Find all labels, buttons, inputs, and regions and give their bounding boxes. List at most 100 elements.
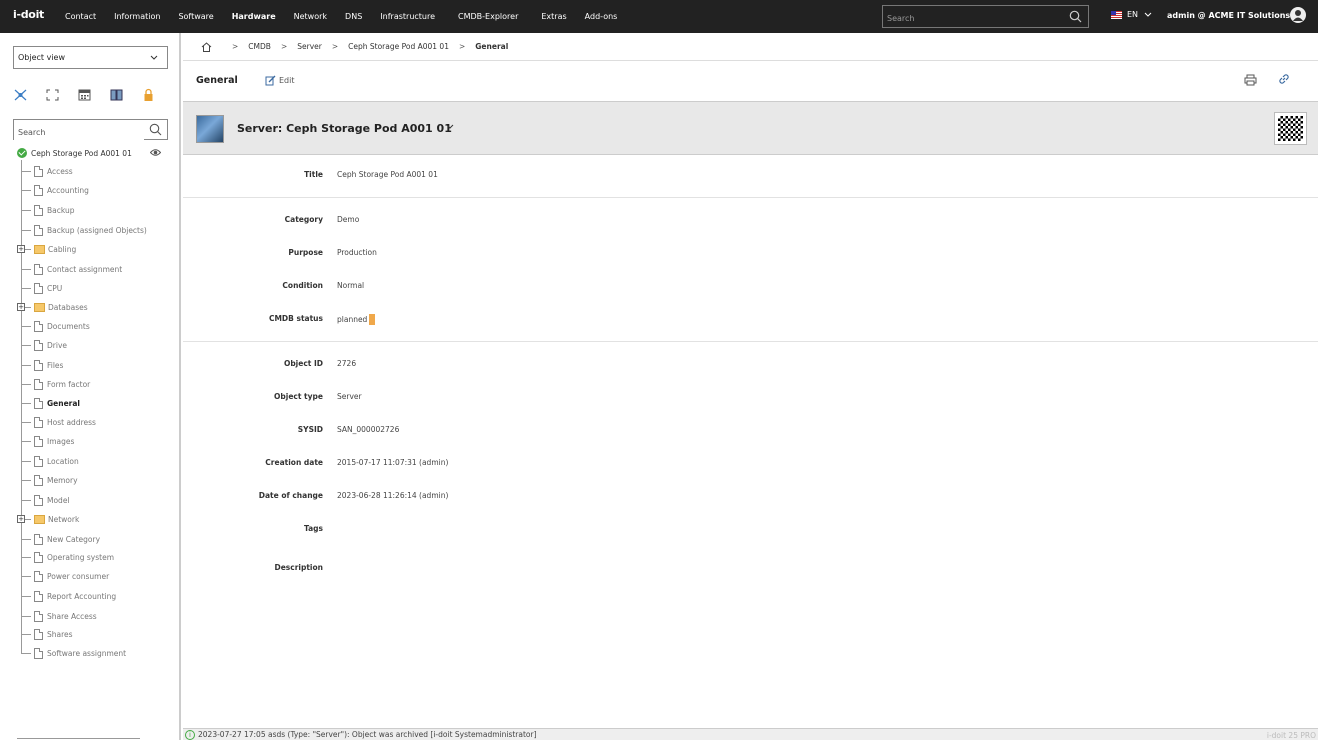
tree-item-contact-assignment[interactable]: Contact assignment xyxy=(21,262,122,276)
tree-item-label: Report Accounting xyxy=(47,591,117,601)
home-icon[interactable] xyxy=(201,41,212,52)
tree-item-memory[interactable]: Memory xyxy=(21,473,78,487)
chevron-down-icon xyxy=(150,55,158,60)
search-icon[interactable] xyxy=(149,123,162,136)
tree-item-new-category[interactable]: New Category xyxy=(21,532,100,546)
sidebar-scrollbar[interactable] xyxy=(17,738,140,739)
calendar-icon[interactable] xyxy=(77,87,92,101)
tree-item-backup-assigned-objects-[interactable]: Backup (assigned Objects) xyxy=(21,223,147,237)
tree-item-host-address[interactable]: Host address xyxy=(21,415,96,429)
document-icon xyxy=(34,590,43,602)
tree-item-drive[interactable]: Drive xyxy=(21,338,67,352)
global-search xyxy=(882,5,1089,29)
search-icon[interactable] xyxy=(1069,10,1082,23)
breadcrumb-current: General xyxy=(475,42,509,51)
field-label: Title xyxy=(304,170,323,179)
breadcrumb-server[interactable]: Server xyxy=(297,42,322,51)
edit-icon xyxy=(265,75,276,86)
document-icon xyxy=(34,320,43,332)
global-search-input[interactable] xyxy=(883,8,1063,29)
tree-search xyxy=(13,119,168,142)
tree-item-label: Access xyxy=(47,166,73,176)
document-icon xyxy=(34,474,43,486)
lock-icon[interactable] xyxy=(141,87,156,101)
document-icon xyxy=(34,610,43,622)
tree-item-label: Backup (assigned Objects) xyxy=(47,225,147,235)
print-icon[interactable] xyxy=(1244,74,1257,86)
tree-item-access[interactable]: Access xyxy=(21,164,73,178)
tree-item-operating-system[interactable]: Operating system xyxy=(21,550,114,564)
breadcrumb-object[interactable]: Ceph Storage Pod A001 01 xyxy=(348,42,449,51)
document-icon xyxy=(34,339,43,351)
tree-item-accounting[interactable]: Accounting xyxy=(21,183,89,197)
tree-item-network[interactable]: Network xyxy=(21,512,79,526)
document-icon xyxy=(34,435,43,447)
field-object-id: Object ID 2726 xyxy=(183,359,1318,373)
field-creation-date: Creation date 2015-07-17 11:07:31 (admin) xyxy=(183,458,1318,472)
logo[interactable]: i-doit xyxy=(13,8,44,21)
tree-item-label: Share Access xyxy=(47,611,97,621)
field-label: Tags xyxy=(303,524,323,533)
breadcrumb-separator: > xyxy=(232,42,239,51)
field-tags: Tags xyxy=(183,524,1318,538)
qr-code-icon[interactable] xyxy=(1274,112,1307,145)
expand-toggle-icon[interactable]: + xyxy=(17,515,25,523)
nav-cmdb-explorer[interactable]: CMDB-Explorer xyxy=(444,0,532,33)
eye-icon[interactable] xyxy=(150,148,161,157)
nav-add-ons[interactable]: Add-ons xyxy=(576,0,627,33)
nav-contact[interactable]: Contact xyxy=(56,0,105,33)
folder-icon xyxy=(34,244,45,254)
tree-item-images[interactable]: Images xyxy=(21,434,74,448)
tree-item-label: Shares xyxy=(47,629,73,639)
tree-item-label: CPU xyxy=(47,283,63,293)
tree-search-input[interactable] xyxy=(14,123,144,142)
edit-button[interactable]: Edit xyxy=(265,75,295,86)
document-icon xyxy=(34,647,43,659)
expand-toggle-icon[interactable]: + xyxy=(17,303,25,311)
nav-information[interactable]: Information xyxy=(105,0,169,33)
tree-item-power-consumer[interactable]: Power consumer xyxy=(21,569,109,583)
nav-software[interactable]: Software xyxy=(169,0,222,33)
tree-root[interactable]: Ceph Storage Pod A001 01 xyxy=(17,148,132,158)
chevron-down-icon[interactable] xyxy=(445,122,455,132)
tree-item-cpu[interactable]: CPU xyxy=(21,281,62,295)
tree-item-backup[interactable]: Backup xyxy=(21,203,75,217)
tree-item-label: General xyxy=(47,398,80,408)
nav-extras[interactable]: Extras xyxy=(532,0,575,33)
tree-item-label: Documents xyxy=(47,321,90,331)
folder-icon xyxy=(34,302,45,312)
field-label: Category xyxy=(284,215,323,224)
nav-hardware[interactable]: Hardware xyxy=(223,0,285,33)
tree-item-software-assignment[interactable]: Software assignment xyxy=(21,646,126,660)
tree-item-databases[interactable]: Databases xyxy=(21,300,88,314)
field-condition: Condition Normal xyxy=(183,281,1318,295)
tree-item-documents[interactable]: Documents xyxy=(21,319,90,333)
tree-item-shares[interactable]: Shares xyxy=(21,627,73,641)
tree-item-label: Images xyxy=(47,436,75,446)
tree-item-share-access[interactable]: Share Access xyxy=(21,609,97,623)
user-menu[interactable]: admin @ ACME IT Solutions xyxy=(1167,11,1290,20)
folder-icon xyxy=(34,514,45,524)
field-value: Demo xyxy=(337,215,360,224)
view-select[interactable]: Object view xyxy=(13,46,168,69)
expand-icon[interactable] xyxy=(45,87,60,101)
document-icon xyxy=(34,397,43,409)
language-selector[interactable]: EN xyxy=(1111,10,1153,19)
nav-network[interactable]: Network xyxy=(285,0,336,33)
tree-item-model[interactable]: Model xyxy=(21,493,70,507)
relation-icon[interactable] xyxy=(13,87,28,101)
tree-item-report-accounting[interactable]: Report Accounting xyxy=(21,589,116,603)
nav-dns[interactable]: DNS xyxy=(336,0,371,33)
book-icon[interactable] xyxy=(109,87,124,101)
object-image[interactable] xyxy=(196,115,224,143)
link-icon[interactable] xyxy=(1278,73,1290,85)
expand-toggle-icon[interactable]: + xyxy=(17,245,25,253)
nav-infrastructure[interactable]: Infrastructure xyxy=(371,0,444,33)
tree-item-cabling[interactable]: Cabling xyxy=(21,242,76,256)
tree-item-files[interactable]: Files xyxy=(21,358,63,372)
tree-item-general[interactable]: General xyxy=(21,396,80,410)
tree-item-location[interactable]: Location xyxy=(21,454,79,468)
tree-item-form-factor[interactable]: Form factor xyxy=(21,377,90,391)
avatar[interactable] xyxy=(1290,7,1306,23)
breadcrumb-cmdb[interactable]: CMDB xyxy=(248,42,271,51)
